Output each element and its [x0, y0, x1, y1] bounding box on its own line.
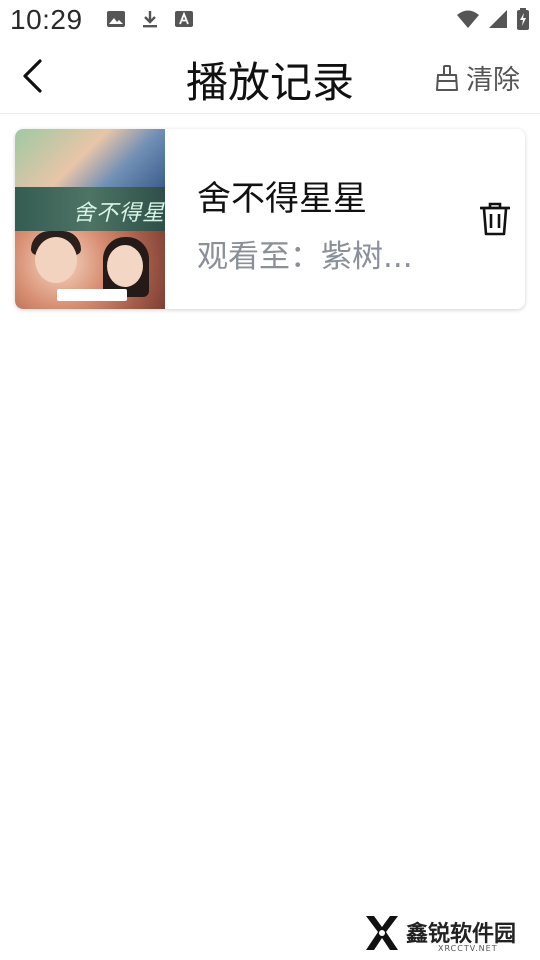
delete-record-button[interactable]: [479, 201, 511, 237]
watermark-logo: 鑫锐软件园 XRCCTV.NET: [362, 912, 532, 956]
clear-label: 清除: [466, 65, 520, 96]
wifi-icon: [457, 10, 479, 28]
x-logo-icon: [366, 916, 398, 950]
status-system-icons: [456, 8, 530, 30]
status-notification-icons: [106, 9, 194, 29]
trash-icon: [480, 202, 510, 236]
status-time: 10:29: [10, 4, 83, 35]
history-record-item[interactable]: 舍不得星星 舍不得星星 观看至：紫树...: [15, 129, 525, 309]
clear-history-button[interactable]: 清除: [434, 58, 520, 97]
download-icon: [143, 11, 157, 28]
watermark-subtext: XRCCTV.NET: [438, 944, 498, 953]
text-a-icon: [175, 11, 193, 27]
app-header: 播放记录 清除: [0, 40, 540, 114]
battery-charging-icon: [517, 8, 529, 30]
record-progress: 观看至：紫树...: [197, 239, 413, 275]
broom-icon: [436, 64, 458, 91]
status-bar: 10:29: [0, 0, 540, 40]
cell-signal-icon: [489, 10, 507, 28]
poster-thumbnail[interactable]: 舍不得星星: [15, 129, 165, 309]
image-icon: [107, 11, 125, 27]
record-title: 舍不得星星: [197, 179, 367, 219]
